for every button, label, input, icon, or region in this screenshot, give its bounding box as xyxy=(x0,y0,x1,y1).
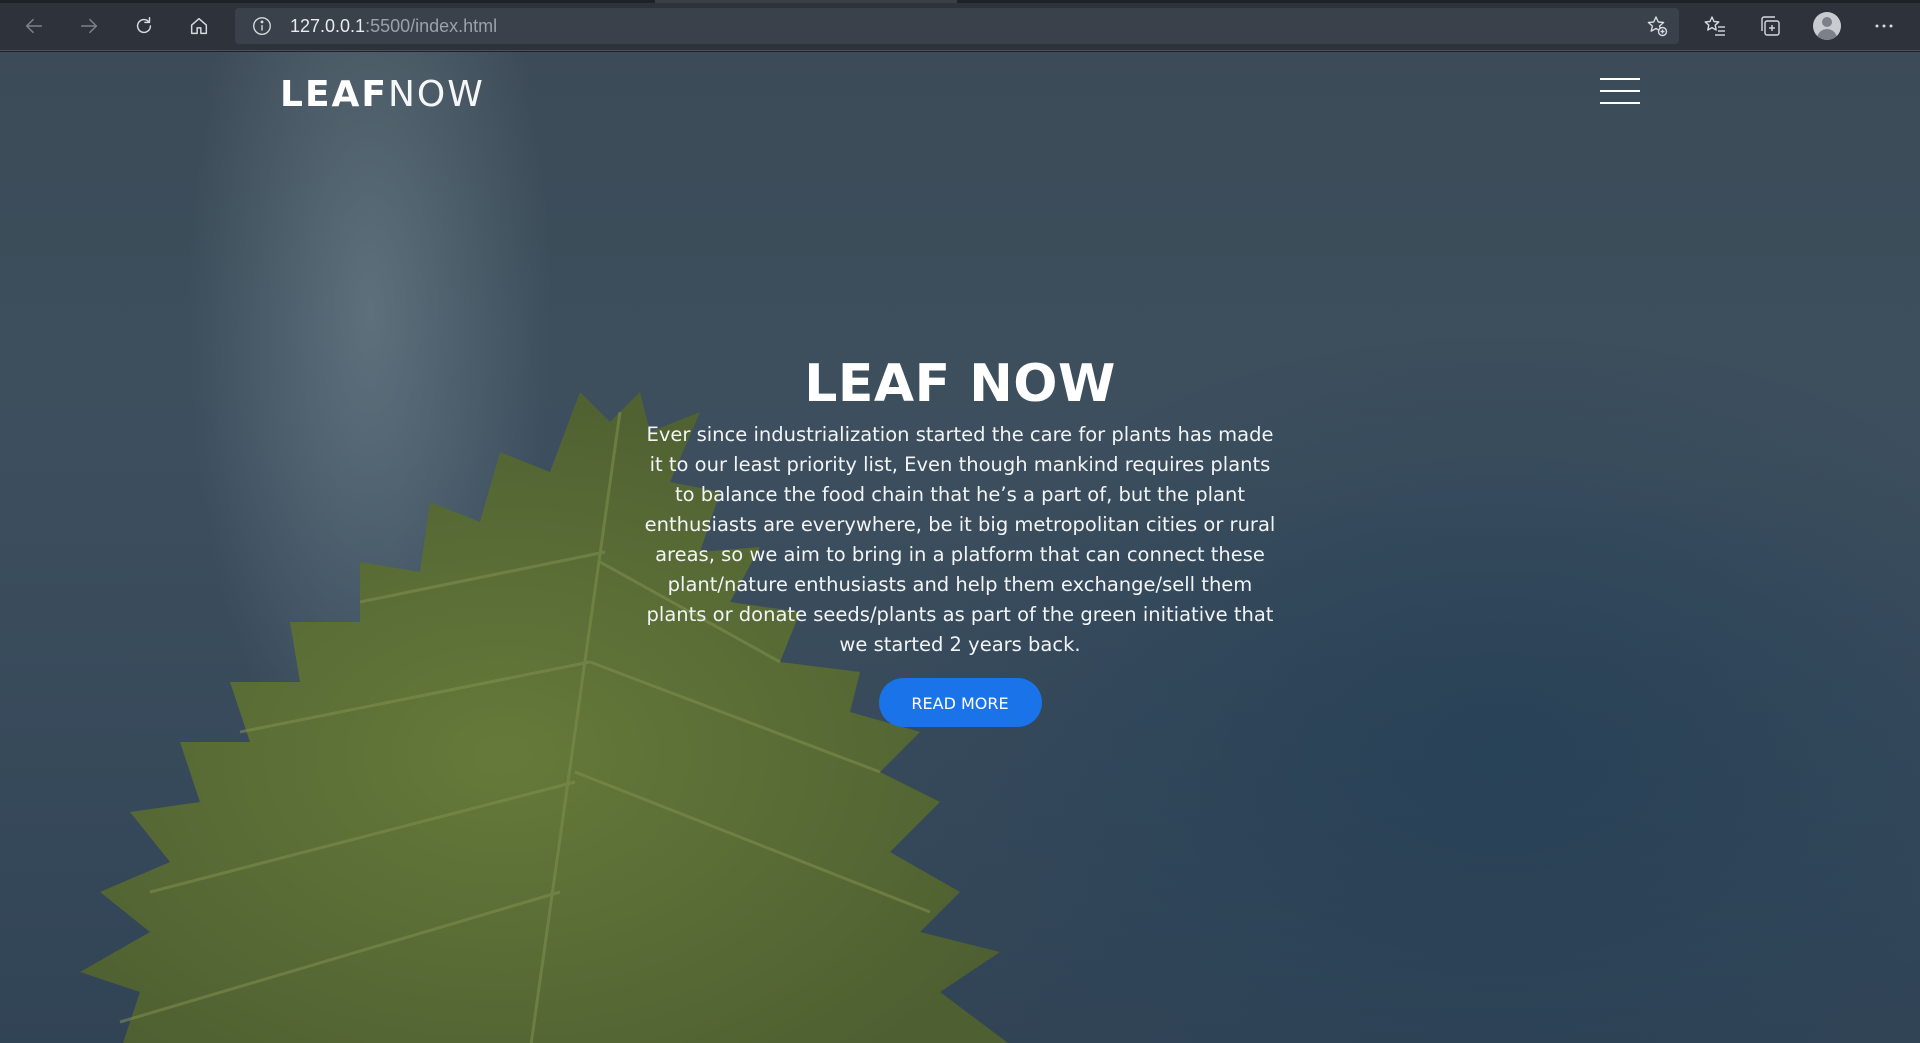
star-plus-icon[interactable] xyxy=(1645,14,1669,38)
site-logo[interactable]: LEAFNOW xyxy=(280,70,485,120)
more-icon xyxy=(1875,24,1893,28)
page-viewport: LEAFNOW LEAF NOW Ever since industrializ… xyxy=(0,52,1920,1043)
url-host: 127.0.0.1 xyxy=(290,16,366,36)
favorites-icon xyxy=(1704,16,1725,36)
refresh-button[interactable] xyxy=(128,10,160,42)
hamburger-icon[interactable] xyxy=(1600,78,1640,106)
back-button[interactable] xyxy=(18,10,50,42)
hero-title: LEAF NOW xyxy=(804,354,1116,414)
more-button[interactable] xyxy=(1868,10,1900,42)
collections-button[interactable] xyxy=(1754,10,1786,42)
logo-light-text: NOW xyxy=(387,74,485,115)
back-arrow-icon xyxy=(25,18,43,34)
info-icon[interactable] xyxy=(251,15,273,37)
collections-icon xyxy=(1761,16,1780,36)
hero-section: LEAF NOW Ever since industrialization st… xyxy=(640,352,1280,727)
read-more-button[interactable]: READ MORE xyxy=(878,678,1042,727)
home-button[interactable] xyxy=(183,10,215,42)
forward-arrow-icon xyxy=(80,18,98,34)
address-bar[interactable]: 127.0.0.1:5500/index.html xyxy=(235,8,1679,44)
browser-toolbar: 127.0.0.1:5500/index.html xyxy=(0,0,1920,51)
profile-icon[interactable] xyxy=(1813,12,1841,40)
url-text[interactable]: 127.0.0.1:5500/index.html xyxy=(290,8,497,44)
tab-strip-edge xyxy=(0,0,1920,3)
home-icon xyxy=(190,17,208,35)
favorites-button[interactable] xyxy=(1699,10,1731,42)
url-path: :5500/index.html xyxy=(365,16,498,36)
hero-description: Ever since industrialization started the… xyxy=(644,423,1276,656)
refresh-icon xyxy=(136,17,152,34)
site-header: LEAFNOW xyxy=(0,52,1920,132)
logo-bold-text: LEAF xyxy=(280,74,388,115)
forward-button[interactable] xyxy=(73,10,105,42)
